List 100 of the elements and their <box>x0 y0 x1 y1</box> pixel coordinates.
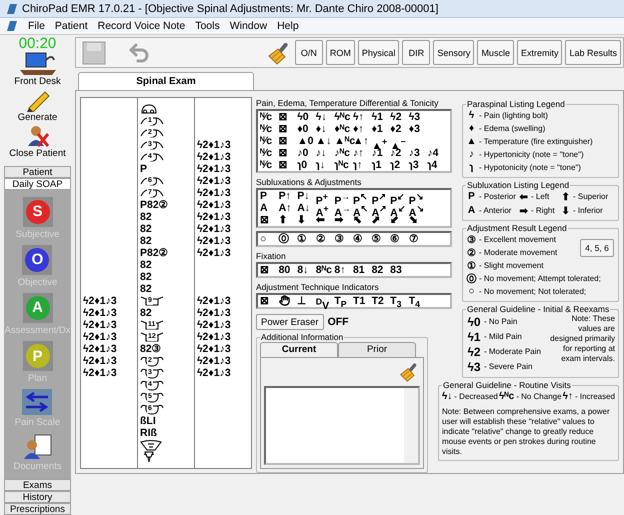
palette-symbol[interactable]: ♦1 <box>372 123 390 135</box>
palette-symbol[interactable]: ② <box>316 233 334 245</box>
palette-symbol[interactable]: ᴺ⁄c <box>260 159 279 171</box>
palette-symbol[interactable]: ⊠ <box>278 123 298 135</box>
paraspinal-listing[interactable]: ϟ2♦1♪3 <box>83 295 117 307</box>
paraspinal-listing[interactable]: ϟ2♦1♪3 <box>83 307 117 319</box>
numbers-button[interactable]: 4, 5, 6 <box>580 239 614 257</box>
palette-symbol[interactable]: ♦0 <box>297 123 316 135</box>
sidebar-tab[interactable]: History <box>4 491 71 503</box>
vertebra-icon[interactable] <box>140 139 164 151</box>
vertebra-icon[interactable] <box>140 379 164 391</box>
paraspinal-listing[interactable]: ϟ2♦1♪3 <box>197 367 231 379</box>
sidebar-action[interactable]: Close Patient <box>4 124 71 160</box>
sidebar-tab[interactable]: Patient <box>4 166 71 178</box>
menu-item[interactable]: Record Voice Note <box>98 20 186 32</box>
sidebar-tab[interactable]: Exams <box>4 479 71 491</box>
palette-symbol[interactable]: ⬇ <box>297 214 316 226</box>
palette-symbol[interactable]: 81 <box>352 264 372 276</box>
palette-symbol[interactable]: P$^{↙}$ <box>390 190 409 206</box>
palette-symbol[interactable]: 80 <box>278 264 298 276</box>
paraspinal-listing[interactable]: ϟ2♦1♪3 <box>197 331 231 343</box>
listing-text[interactable]: P <box>140 163 148 175</box>
sidebar-action[interactable]: Generate <box>4 88 71 124</box>
vertebra-icon[interactable] <box>140 175 164 187</box>
palette-symbol[interactable]: T$_{4}$ <box>408 295 428 312</box>
palette-symbol[interactable]: ♦↓ <box>316 123 334 135</box>
listing-text[interactable]: 82 <box>140 235 152 247</box>
vertebra-icon[interactable] <box>140 403 164 415</box>
vertebra-icon[interactable] <box>140 391 164 403</box>
palette-symbol[interactable]: ⑥ <box>390 233 409 245</box>
sacrum-icon[interactable] <box>140 439 162 451</box>
toolbar-button[interactable]: O/N <box>294 40 323 65</box>
palette-symbol[interactable]: ⊠ <box>278 159 298 171</box>
toolbar-button[interactable]: Lab Results <box>565 40 621 65</box>
palette-symbol[interactable]: ♦↑ <box>352 123 372 135</box>
paraspinal-listing[interactable]: ϟ2♦1♪3 <box>197 295 231 307</box>
palette-symbol[interactable]: ᴺ⁄c <box>260 111 279 123</box>
listing-text[interactable]: RIß <box>140 427 157 439</box>
palette-symbol[interactable]: ϟ1 <box>372 111 390 123</box>
vertebra-icon[interactable] <box>140 115 164 127</box>
palette-symbol[interactable]: ♪↑ <box>352 147 372 159</box>
skull-base-icon[interactable] <box>140 103 158 115</box>
tab[interactable]: Spinal Exam <box>78 72 254 90</box>
palette-symbol[interactable]: 8↑ <box>334 264 353 276</box>
palette-symbol[interactable]: ϟ0 <box>297 111 316 123</box>
palette-symbol[interactable]: P$^{↘}$ <box>408 190 428 206</box>
palette-symbol[interactable]: ɿ0 <box>297 159 316 171</box>
palette-symbol[interactable]: ϟ↓ <box>316 111 334 123</box>
palette-symbol[interactable]: ♪1 <box>372 147 390 159</box>
listing-text[interactable]: 82 <box>140 223 152 235</box>
palette-symbol[interactable]: ϟ2 <box>390 111 409 123</box>
palette-symbol[interactable]: ᴺ⁄c <box>260 147 279 159</box>
paraspinal-listing[interactable]: ϟ2♦1♪3 <box>197 163 231 175</box>
palette-symbol[interactable]: P$^{↖}$ <box>352 190 372 206</box>
toolbar-button[interactable]: Physical <box>358 40 400 65</box>
notes-field[interactable] <box>264 386 420 465</box>
listing-text[interactable]: 82 <box>140 271 152 283</box>
power-eraser-button[interactable]: Power Eraser <box>256 314 324 330</box>
menu-item[interactable]: File <box>28 20 45 32</box>
sidebar-tab[interactable]: Prescriptions <box>4 503 71 515</box>
paraspinal-listing[interactable]: ϟ2♦1♪3 <box>83 367 117 379</box>
palette-symbol[interactable]: ϟ↑ <box>352 111 372 123</box>
listing-text[interactable]: 82 <box>140 211 152 223</box>
palette-symbol[interactable]: ♪0 <box>297 147 316 159</box>
listing-text[interactable]: P82② <box>140 199 169 211</box>
vertebra-icon[interactable] <box>140 295 164 307</box>
sidebar-action[interactable]: Front Desk <box>4 52 71 88</box>
menu-item[interactable]: Window <box>230 20 268 32</box>
palette-symbol[interactable]: ⊠ <box>260 214 279 226</box>
palette-symbol[interactable]: ⊥ <box>297 295 316 312</box>
paraspinal-listing[interactable]: ϟ2♦1♪3 <box>197 235 231 247</box>
palette-symbol[interactable]: ɿᴺc <box>334 159 353 171</box>
toolbar-button[interactable]: Sensory <box>433 40 474 65</box>
palette-symbol[interactable]: ⊠ <box>260 264 279 276</box>
paraspinal-listing[interactable]: ϟ2♦1♪3 <box>197 175 231 187</box>
vertebra-icon[interactable] <box>140 151 164 163</box>
palette-symbol[interactable]: P$^{→}$ <box>334 190 353 206</box>
palette-symbol[interactable]: T$_{P}$ <box>334 295 353 312</box>
palette-symbol[interactable]: ③ <box>334 233 353 245</box>
palette-symbol[interactable]: ɿ4 <box>427 159 446 171</box>
toolbar-button[interactable]: Muscle <box>477 40 514 65</box>
tab[interactable]: Current <box>260 342 338 357</box>
toolbar-button[interactable]: ROM <box>326 40 355 65</box>
vertebra-icon[interactable] <box>140 187 164 199</box>
paraspinal-listing[interactable]: ϟ2♦1♪3 <box>197 223 231 235</box>
sidebar-tab[interactable]: Daily SOAP <box>4 178 71 190</box>
paraspinal-listing[interactable]: ϟ2♦1♪3 <box>197 211 231 223</box>
vertebra-icon[interactable] <box>140 331 164 343</box>
palette-symbol[interactable]: ᴺ⁄c <box>260 123 279 135</box>
palette-symbol[interactable]: ɿ↑ <box>352 159 372 171</box>
palette-symbol[interactable]: ⑦ <box>408 233 428 245</box>
palette-symbol[interactable]: T$_{3}$ <box>390 295 409 312</box>
listing-text[interactable]: 82 <box>140 307 152 319</box>
menu-item[interactable]: Patient <box>54 20 88 32</box>
palette-symbol[interactable]: ⊠ <box>278 111 298 123</box>
paraspinal-listing[interactable]: ϟ2♦1♪3 <box>197 343 231 355</box>
palette-symbol[interactable]: 8↓ <box>297 264 316 276</box>
paraspinal-listing[interactable]: ϟ2♦1♪3 <box>197 319 231 331</box>
paraspinal-listing[interactable]: ϟ2♦1♪3 <box>83 319 117 331</box>
palette-symbol[interactable]: T1 <box>352 295 372 312</box>
